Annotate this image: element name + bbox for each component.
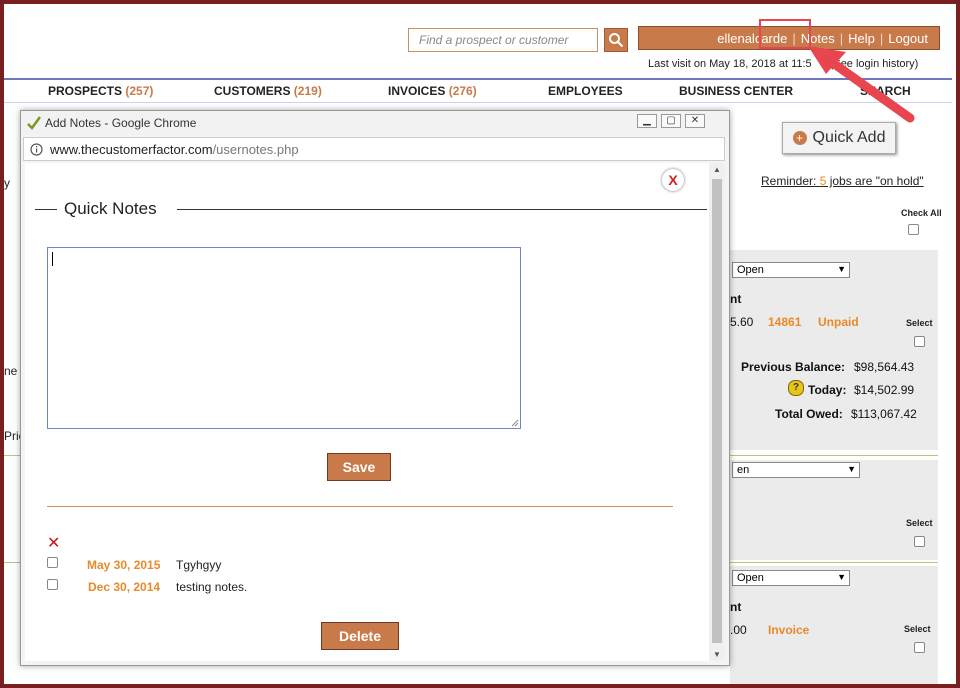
scroll-up-icon[interactable]: ▲ (713, 165, 721, 174)
scrollbar-thumb[interactable] (712, 179, 722, 643)
check-all-label: Check All (901, 208, 942, 218)
nav-search[interactable]: SEARCH (860, 84, 911, 98)
nav-invoices[interactable]: INVOICES (276) (388, 84, 477, 98)
delete-x-icon[interactable]: ✕ (47, 533, 60, 553)
note-checkbox-2[interactable] (47, 579, 58, 590)
app-check-icon (27, 116, 41, 130)
window-close-button[interactable]: ✕ (685, 114, 705, 128)
invoice-number-link[interactable]: 14861 (768, 315, 801, 329)
address-bar[interactable]: www.thecustomerfactor.com/usernotes.php (23, 137, 725, 161)
divider (47, 506, 673, 507)
select-checkbox-1[interactable] (914, 336, 925, 347)
note-checkbox-1[interactable] (47, 557, 58, 568)
status-dropdown-2[interactable]: en ▼ (732, 462, 860, 478)
search-icon (609, 33, 624, 48)
select-checkbox-2[interactable] (914, 536, 925, 547)
login-history-link[interactable]: (See login history) (830, 58, 919, 70)
note-text: Tgyhgyy (176, 558, 222, 572)
nav-prospects[interactable]: PROSPECTS (257) (48, 84, 153, 98)
add-notes-window: Add Notes - Google Chrome ▁ ▢ ✕ www.thec… (20, 110, 730, 666)
check-all-checkbox[interactable] (908, 224, 919, 235)
help-link[interactable]: Help (843, 31, 880, 46)
invoice-link[interactable]: Invoice (768, 623, 809, 637)
heading-rule (35, 209, 57, 210)
last-visit-text: Last visit on May 18, 2018 at 11:5 (See l… (648, 58, 919, 70)
notes-highlight-box (759, 19, 811, 49)
window-titlebar[interactable]: Add Notes - Google Chrome ▁ ▢ ✕ (21, 111, 729, 135)
help-question-icon[interactable]: ? (788, 380, 804, 396)
heading-rule (177, 209, 707, 210)
search-button[interactable] (604, 28, 628, 52)
info-icon[interactable] (30, 143, 43, 156)
status-dropdown-1[interactable]: Open ▼ (732, 262, 850, 278)
note-date: May 30, 2015 (87, 558, 161, 572)
minimize-button[interactable]: ▁ (637, 114, 657, 128)
reminder-link[interactable]: Reminder: 5 jobs are "on hold" (761, 174, 924, 188)
main-nav: PROSPECTS (257) CUSTOMERS (219) INVOICES… (4, 78, 952, 103)
nav-customers[interactable]: CUSTOMERS (219) (214, 84, 322, 98)
note-text: testing notes. (176, 580, 248, 594)
plus-icon: + (792, 131, 807, 145)
maximize-button[interactable]: ▢ (661, 114, 681, 128)
quick-add-button[interactable]: + Quick Add (782, 122, 896, 154)
save-button[interactable]: Save (327, 453, 391, 481)
note-textarea[interactable] (47, 247, 521, 429)
nav-business-center[interactable]: BUSINESS CENTER (679, 84, 793, 98)
status-dropdown-3[interactable]: Open ▼ (732, 570, 850, 586)
scrollbar[interactable]: ▲ ▼ (709, 163, 725, 661)
logout-link[interactable]: Logout (883, 31, 933, 46)
select-checkbox-3[interactable] (914, 642, 925, 653)
close-icon[interactable]: X (662, 169, 684, 191)
note-date: Dec 30, 2014 (88, 580, 161, 594)
nav-employees[interactable]: EMPLOYEES (548, 84, 623, 98)
notes-content: X Quick Notes Save ✕ May 30, 2015 Tgyhgy… (25, 163, 709, 661)
invoice-status-link[interactable]: Unpaid (818, 315, 859, 329)
scroll-down-icon[interactable]: ▼ (713, 650, 721, 659)
delete-button[interactable]: Delete (321, 622, 399, 650)
search-input[interactable]: Find a prospect or customer (408, 28, 598, 52)
page-title: Quick Notes (58, 199, 163, 219)
resize-handle-icon[interactable] (511, 419, 519, 427)
